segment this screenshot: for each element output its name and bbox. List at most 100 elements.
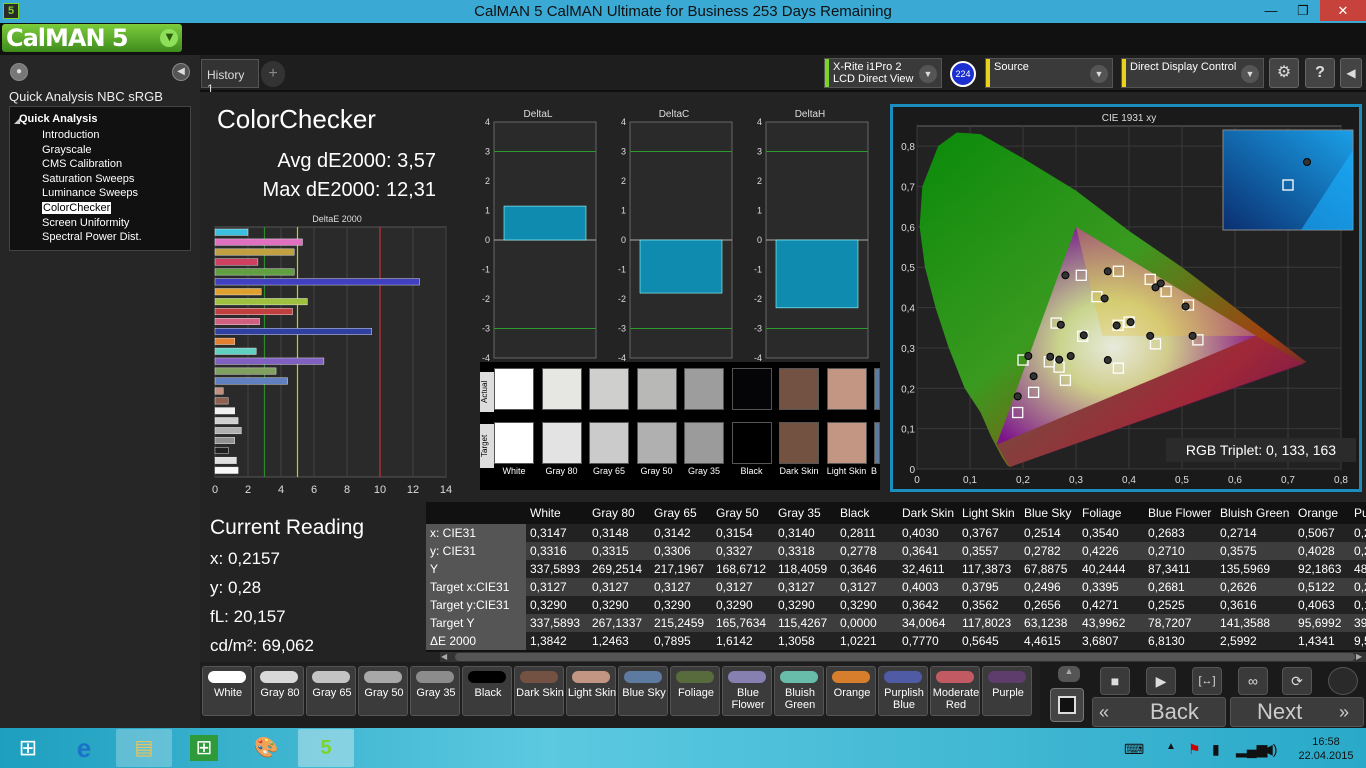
power-icon[interactable]: ▮ <box>1212 741 1220 758</box>
column-header[interactable]: Gray 35 <box>774 502 836 524</box>
tree-root[interactable]: Quick Analysis <box>19 113 97 125</box>
table-cell: 0,5122 <box>1294 578 1351 596</box>
calman-taskbar-icon[interactable]: 5 <box>298 729 354 767</box>
stop-button[interactable]: ■ <box>1100 667 1130 695</box>
patch-button[interactable]: Gray 65 <box>306 666 356 716</box>
column-header[interactable]: Light Skin <box>958 502 1021 524</box>
table-cell: 0,2626 <box>1216 578 1295 596</box>
table-cell: 0,3641 <box>898 542 959 560</box>
table-cell: 6,8130 <box>1144 632 1217 650</box>
maximize-button[interactable]: ❐ <box>1288 0 1318 21</box>
scroll-up-icon[interactable]: ▲ <box>1058 666 1080 682</box>
column-header[interactable]: Purpli <box>1350 502 1366 524</box>
internet-explorer-icon[interactable]: e <box>56 729 112 767</box>
play-button[interactable]: ▶ <box>1146 667 1176 695</box>
calman-logo-menu[interactable]: CalMAN 5 ▼ <box>2 24 182 52</box>
patch-button[interactable]: Orange <box>826 666 876 716</box>
column-header[interactable]: Dark Skin <box>898 502 959 524</box>
patch-button[interactable]: Light Skin <box>566 666 616 716</box>
patch-button[interactable]: White <box>202 666 252 716</box>
continuous-icon[interactable]: ∞ <box>1238 667 1268 695</box>
patch-button[interactable]: Purplish Blue <box>878 666 928 716</box>
close-button[interactable]: ✕ <box>1320 0 1366 21</box>
patch-button[interactable]: Foliage <box>670 666 720 716</box>
patch-button[interactable]: Blue Sky <box>618 666 668 716</box>
windows-start-icon[interactable]: ⊞ <box>0 729 56 767</box>
patch-button[interactable]: Blue Flower <box>722 666 772 716</box>
patch-button[interactable]: Gray 50 <box>358 666 408 716</box>
table-cell: 0,2681 <box>1144 578 1217 596</box>
file-explorer-icon[interactable]: ▤ <box>116 729 172 767</box>
x-tick-label: 0,8 <box>1334 475 1348 486</box>
scrollbar-thumb[interactable] <box>455 653 1355 661</box>
stop-all-button[interactable] <box>1050 688 1084 722</box>
display-selector[interactable]: Direct Display Control ▼ <box>1121 58 1264 88</box>
target-swatch <box>826 422 867 464</box>
scroll-left-icon[interactable]: ◀ <box>441 652 447 661</box>
record-icon[interactable]: ● <box>10 63 28 81</box>
column-header[interactable]: Gray 80 <box>588 502 650 524</box>
patch-button[interactable]: Gray 80 <box>254 666 304 716</box>
help-icon[interactable]: ? <box>1305 58 1335 88</box>
collapse-sidebar-button[interactable]: ◀ <box>172 63 190 81</box>
patch-button[interactable]: Bluish Green <box>774 666 824 716</box>
patch-button[interactable]: Purple <box>982 666 1032 716</box>
store-icon[interactable]: ⊞ <box>176 729 232 767</box>
sidebar-item-grayscale[interactable]: Grayscale <box>42 144 92 156</box>
patch-button[interactable]: Gray 35 <box>410 666 460 716</box>
table-cell: 0,2811 <box>836 524 898 542</box>
minimize-button[interactable]: — <box>1256 0 1286 21</box>
table-row: x: CIE31 0,3147 0,3148 0,3142 0,3154 0,3140 0,… <box>426 524 1366 542</box>
column-header[interactable]: White <box>526 502 588 524</box>
clock[interactable]: 16:58 22.04.2015 <box>1296 735 1356 763</box>
sidebar-item-luminance-sweeps[interactable]: Luminance Sweeps <box>42 187 138 199</box>
measured-point <box>1103 356 1112 365</box>
column-header[interactable]: Blue Sky <box>1020 502 1079 524</box>
read-series-button[interactable]: [↔] <box>1192 667 1222 695</box>
action-center-icon[interactable]: ⚑ <box>1188 741 1201 758</box>
sidebar-item-colorchecker[interactable]: ColorChecker <box>42 202 112 214</box>
volume-icon[interactable]: ◀) <box>1262 741 1277 758</box>
patch-color <box>416 671 454 683</box>
next-button[interactable]: Next » <box>1230 697 1364 727</box>
patch-button[interactable]: Black <box>462 666 512 716</box>
patch-button[interactable]: Dark Skin <box>514 666 564 716</box>
column-header[interactable]: Gray 50 <box>712 502 774 524</box>
scroll-right-icon[interactable]: ▶ <box>1356 652 1362 661</box>
tab-history-1[interactable]: History 1 <box>201 59 259 96</box>
column-header[interactable]: Blue Flower <box>1144 502 1217 524</box>
y-tick-label: -4 <box>618 353 626 362</box>
source-selector[interactable]: Source ▼ <box>985 58 1113 88</box>
sidebar-item-screen-uniformity[interactable]: Screen Uniformity <box>42 217 129 229</box>
column-header[interactable]: Foliage <box>1078 502 1145 524</box>
options-button[interactable] <box>1328 667 1358 695</box>
table-cell: 141,3588 <box>1216 614 1295 632</box>
y-tick-label: -1 <box>618 265 626 275</box>
table-cell: 0,2525 <box>1144 596 1217 614</box>
sidebar-item-saturation-sweeps[interactable]: Saturation Sweeps <box>42 173 134 185</box>
tray-chevron-icon[interactable]: ▲ <box>1166 741 1176 752</box>
paint-icon[interactable]: 🎨 <box>238 729 294 767</box>
sidebar-item-cms-calibration[interactable]: CMS Calibration <box>42 158 122 170</box>
x-tick-label: 10 <box>374 484 386 496</box>
refresh-icon[interactable]: ⟳ <box>1282 667 1312 695</box>
collapse-right-button[interactable]: ◀ <box>1340 58 1362 88</box>
table-row: y: CIE31 0,3316 0,3315 0,3306 0,3327 0,3318 0,… <box>426 542 1366 560</box>
column-header[interactable]: Black <box>836 502 898 524</box>
meter-badge[interactable]: 224 <box>950 61 976 87</box>
swatch-label: Dark Skin <box>779 466 819 476</box>
table-cell: 0,3316 <box>526 542 588 560</box>
column-header[interactable]: Bluish Green <box>1216 502 1295 524</box>
column-header[interactable]: Orange <box>1294 502 1351 524</box>
patch-button[interactable]: Moderate Red <box>930 666 980 716</box>
column-header[interactable] <box>426 502 526 524</box>
sidebar-item-introduction[interactable]: Introduction <box>42 129 99 141</box>
gear-icon[interactable]: ⚙ <box>1269 58 1299 88</box>
keyboard-icon[interactable]: ⌨ <box>1124 741 1144 758</box>
add-tab-button[interactable]: + <box>261 61 285 87</box>
column-header[interactable]: Gray 65 <box>650 502 712 524</box>
back-button[interactable]: « Back <box>1092 697 1226 727</box>
patch-color <box>208 671 246 683</box>
sidebar-item-spectral-power-dist[interactable]: Spectral Power Dist. <box>42 231 142 243</box>
meter-selector[interactable]: X-Rite i1Pro 2 LCD Direct View ▼ <box>824 58 942 88</box>
